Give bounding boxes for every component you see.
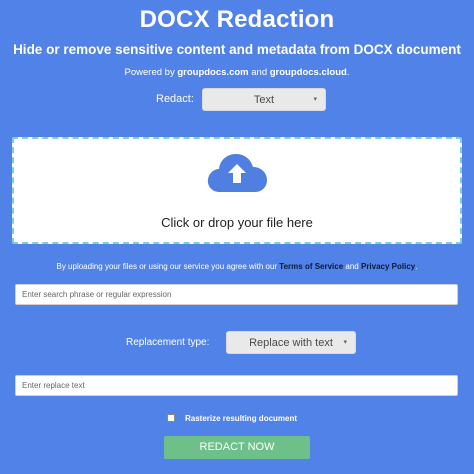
- agreement-text: By uploading your files or using our ser…: [0, 262, 474, 271]
- agreement-and: and: [343, 262, 361, 271]
- powered-and: and: [248, 67, 270, 78]
- search-input[interactable]: [15, 284, 458, 305]
- replace-text-input[interactable]: [15, 375, 458, 396]
- chevron-down-icon: ▾: [343, 339, 347, 346]
- redact-label: Redact:: [156, 93, 194, 105]
- replacement-type-value: Replace with text: [249, 337, 333, 349]
- page-title: DOCX Redaction: [139, 6, 335, 33]
- agreement-suffix: .: [415, 262, 418, 271]
- redact-type-select[interactable]: Text ▾: [202, 88, 326, 111]
- replacement-type-select[interactable]: Replace with text ▾: [226, 331, 356, 354]
- chevron-down-icon: ▾: [313, 96, 317, 103]
- privacy-policy-link[interactable]: Privacy Policy: [361, 262, 415, 271]
- terms-of-service-link[interactable]: Terms of Service: [279, 262, 343, 271]
- agreement-prefix: By uploading your files or using our ser…: [56, 262, 280, 271]
- powered-suffix: .: [346, 67, 350, 78]
- groupdocs-com-link[interactable]: groupdocs.com: [177, 67, 248, 78]
- page-subtitle: Hide or remove sensitive content and met…: [13, 42, 461, 57]
- rasterize-label[interactable]: Rasterize resulting document: [185, 414, 297, 423]
- replacement-type-label: Replacement type:: [126, 337, 210, 348]
- redact-type-value: Text: [253, 94, 275, 106]
- powered-by-text: Powered by groupdocs.com and groupdocs.c…: [0, 67, 474, 78]
- dropzone-text: Click or drop your file here: [161, 215, 313, 230]
- rasterize-checkbox[interactable]: [167, 414, 175, 422]
- redact-now-button[interactable]: REDACT NOW: [164, 436, 310, 459]
- powered-prefix: Powered by: [124, 67, 178, 78]
- groupdocs-cloud-link[interactable]: groupdocs.cloud: [270, 67, 347, 78]
- cloud-upload-icon[interactable]: [206, 152, 268, 194]
